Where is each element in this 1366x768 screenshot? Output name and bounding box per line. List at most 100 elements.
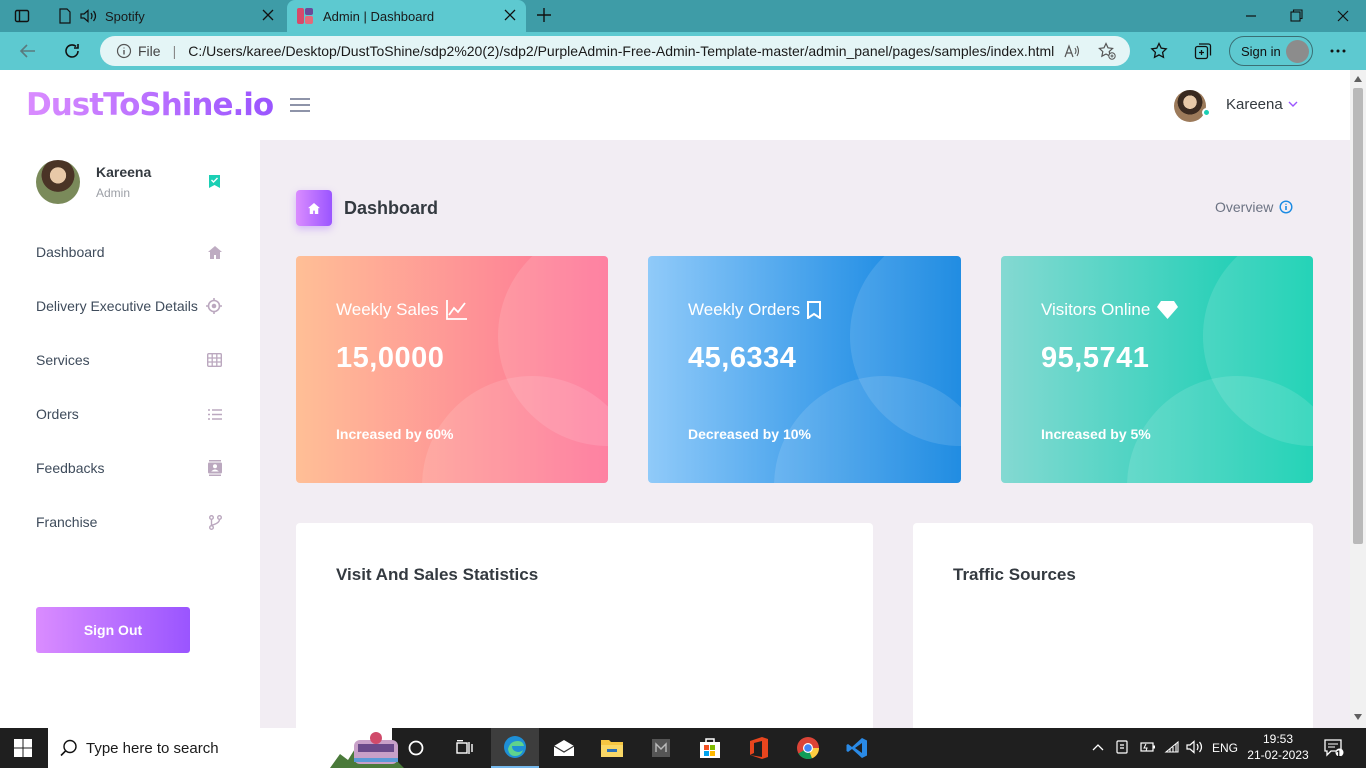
- user-menu-name[interactable]: Kareena: [1226, 96, 1283, 113]
- sidebar-item-dashboard[interactable]: Dashboard: [36, 237, 226, 267]
- sidebar-item-label: Feedbacks: [36, 460, 105, 476]
- visit-sales-statistics-panel: Visit And Sales Statistics: [296, 523, 873, 728]
- card-label: Visitors Online: [1041, 300, 1179, 320]
- windows-start-icon[interactable]: [14, 739, 32, 757]
- refresh-icon[interactable]: [63, 42, 81, 60]
- windows-taskbar: Type here to search ENG 19:53 21-02-2023…: [0, 728, 1366, 768]
- cortana-icon[interactable]: [392, 728, 440, 768]
- restore-icon[interactable]: [1290, 9, 1303, 23]
- microsoft-store-icon[interactable]: [686, 728, 734, 768]
- sidebar-item-label: Dashboard: [36, 244, 105, 260]
- page-icon: [58, 8, 72, 24]
- bookmark-check-icon: [209, 175, 220, 188]
- branch-icon: [209, 514, 226, 530]
- chart-line-icon: [445, 300, 467, 320]
- search-highlight-image: [314, 730, 404, 768]
- tab-actions-icon[interactable]: [14, 8, 30, 24]
- home-icon: [208, 245, 226, 259]
- scrollbar-thumb[interactable]: [1353, 88, 1363, 544]
- sidebar-item-franchise[interactable]: Franchise: [36, 507, 226, 537]
- card-value: 45,6334: [688, 342, 797, 374]
- taskbar-search-input[interactable]: Type here to search: [48, 728, 404, 768]
- window-close-icon[interactable]: [1337, 9, 1349, 23]
- volume-icon[interactable]: [1186, 740, 1203, 754]
- search-placeholder: Type here to search: [86, 739, 219, 757]
- wifi-icon[interactable]: [1164, 740, 1180, 754]
- brand-logo[interactable]: DustToShine.io: [26, 87, 274, 123]
- avatar[interactable]: [1174, 90, 1206, 122]
- clock-date: 21-02-2023: [1247, 748, 1309, 762]
- profile-name: Kareena: [96, 164, 152, 180]
- app-m-icon[interactable]: [637, 728, 685, 768]
- tab-spotify[interactable]: Spotify: [48, 0, 284, 32]
- sign-out-button[interactable]: Sign Out: [36, 607, 190, 653]
- sidebar-item-services[interactable]: Services: [36, 345, 226, 375]
- card-label: Weekly Sales: [336, 300, 467, 320]
- minimize-icon[interactable]: [1245, 9, 1257, 23]
- notification-count: 1: [1336, 749, 1342, 759]
- card-label-text: Weekly Orders: [688, 300, 801, 319]
- table-icon: [207, 353, 226, 367]
- sidebar-item-feedbacks[interactable]: Feedbacks: [36, 453, 226, 483]
- taskbar-clock[interactable]: 19:53 21-02-2023: [1246, 731, 1310, 763]
- info-icon[interactable]: [116, 43, 132, 59]
- battery-icon[interactable]: [1140, 740, 1156, 754]
- menu-toggle-icon[interactable]: [290, 98, 310, 112]
- favorites-icon[interactable]: [1150, 42, 1168, 60]
- list-icon: [208, 408, 226, 420]
- search-icon: [60, 739, 77, 757]
- contacts-icon: [208, 460, 226, 476]
- card-label: Weekly Orders: [688, 300, 822, 320]
- chevron-down-icon[interactable]: [1288, 101, 1298, 107]
- overview-link[interactable]: Overview: [1215, 199, 1293, 215]
- read-aloud-icon[interactable]: [1064, 43, 1080, 59]
- sign-in-button[interactable]: Sign in: [1229, 36, 1313, 66]
- more-options-icon[interactable]: [1330, 49, 1346, 53]
- task-view-icon[interactable]: [440, 728, 488, 768]
- mail-icon[interactable]: [540, 728, 588, 768]
- crosshairs-icon: [206, 298, 226, 314]
- sidebar-item-delivery-executive-details[interactable]: Delivery Executive Details: [36, 291, 226, 321]
- url-field[interactable]: File | C:/Users/karee/Desktop/DustToShin…: [100, 36, 1130, 66]
- back-arrow-icon[interactable]: [19, 42, 37, 60]
- sign-in-label: Sign in: [1241, 43, 1281, 59]
- weekly-orders-card: Weekly Orders 45,6334 Decreased by 10%: [648, 256, 961, 483]
- scroll-up-icon[interactable]: [1354, 76, 1362, 82]
- speaker-icon[interactable]: [80, 9, 97, 23]
- chrome-icon[interactable]: [784, 728, 832, 768]
- web-page: DustToShine.io Kareena Kareena Admin Das…: [0, 70, 1350, 728]
- tab-title: Spotify: [105, 8, 145, 24]
- site-favicon-icon: [297, 8, 313, 24]
- card-footer: Increased by 5%: [1041, 426, 1151, 442]
- visitors-online-card: Visitors Online 95,5741 Increased by 5%: [1001, 256, 1313, 483]
- close-icon[interactable]: [262, 9, 274, 21]
- scroll-down-icon[interactable]: [1354, 714, 1362, 720]
- new-tab-icon[interactable]: [536, 7, 552, 23]
- close-icon[interactable]: [504, 9, 516, 21]
- edge-browser-icon[interactable]: [491, 728, 539, 768]
- language-indicator[interactable]: ENG: [1212, 741, 1238, 755]
- add-favorite-icon[interactable]: [1098, 42, 1116, 60]
- weekly-sales-card: Weekly Sales 15,0000 Increased by 60%: [296, 256, 608, 483]
- card-footer: Decreased by 10%: [688, 426, 811, 442]
- tab-admin-dashboard[interactable]: Admin | Dashboard: [287, 0, 526, 32]
- sidebar-item-label: Franchise: [36, 514, 98, 530]
- profile-avatar[interactable]: [36, 160, 80, 204]
- office-icon[interactable]: [735, 728, 783, 768]
- meet-now-icon[interactable]: [1116, 740, 1130, 754]
- card-decoration: [1127, 376, 1313, 483]
- page-title: Dashboard: [344, 198, 439, 218]
- url-text[interactable]: C:/Users/karee/Desktop/DustToShine/sdp2%…: [188, 43, 1058, 59]
- vscode-icon[interactable]: [833, 728, 881, 768]
- sidebar: Kareena Admin Dashboard Delivery Executi…: [0, 140, 260, 728]
- sidebar-item-label: Delivery Executive Details: [36, 298, 198, 314]
- online-status-dot: [1202, 108, 1211, 117]
- file-explorer-icon[interactable]: [588, 728, 636, 768]
- card-value: 15,0000: [336, 342, 445, 374]
- page-scrollbar[interactable]: [1350, 70, 1366, 728]
- collections-icon[interactable]: [1194, 42, 1212, 60]
- show-hidden-icons-icon[interactable]: [1092, 740, 1104, 754]
- page-header-home-icon: [296, 190, 332, 226]
- sidebar-item-orders[interactable]: Orders: [36, 399, 226, 429]
- bookmark-icon: [807, 301, 822, 319]
